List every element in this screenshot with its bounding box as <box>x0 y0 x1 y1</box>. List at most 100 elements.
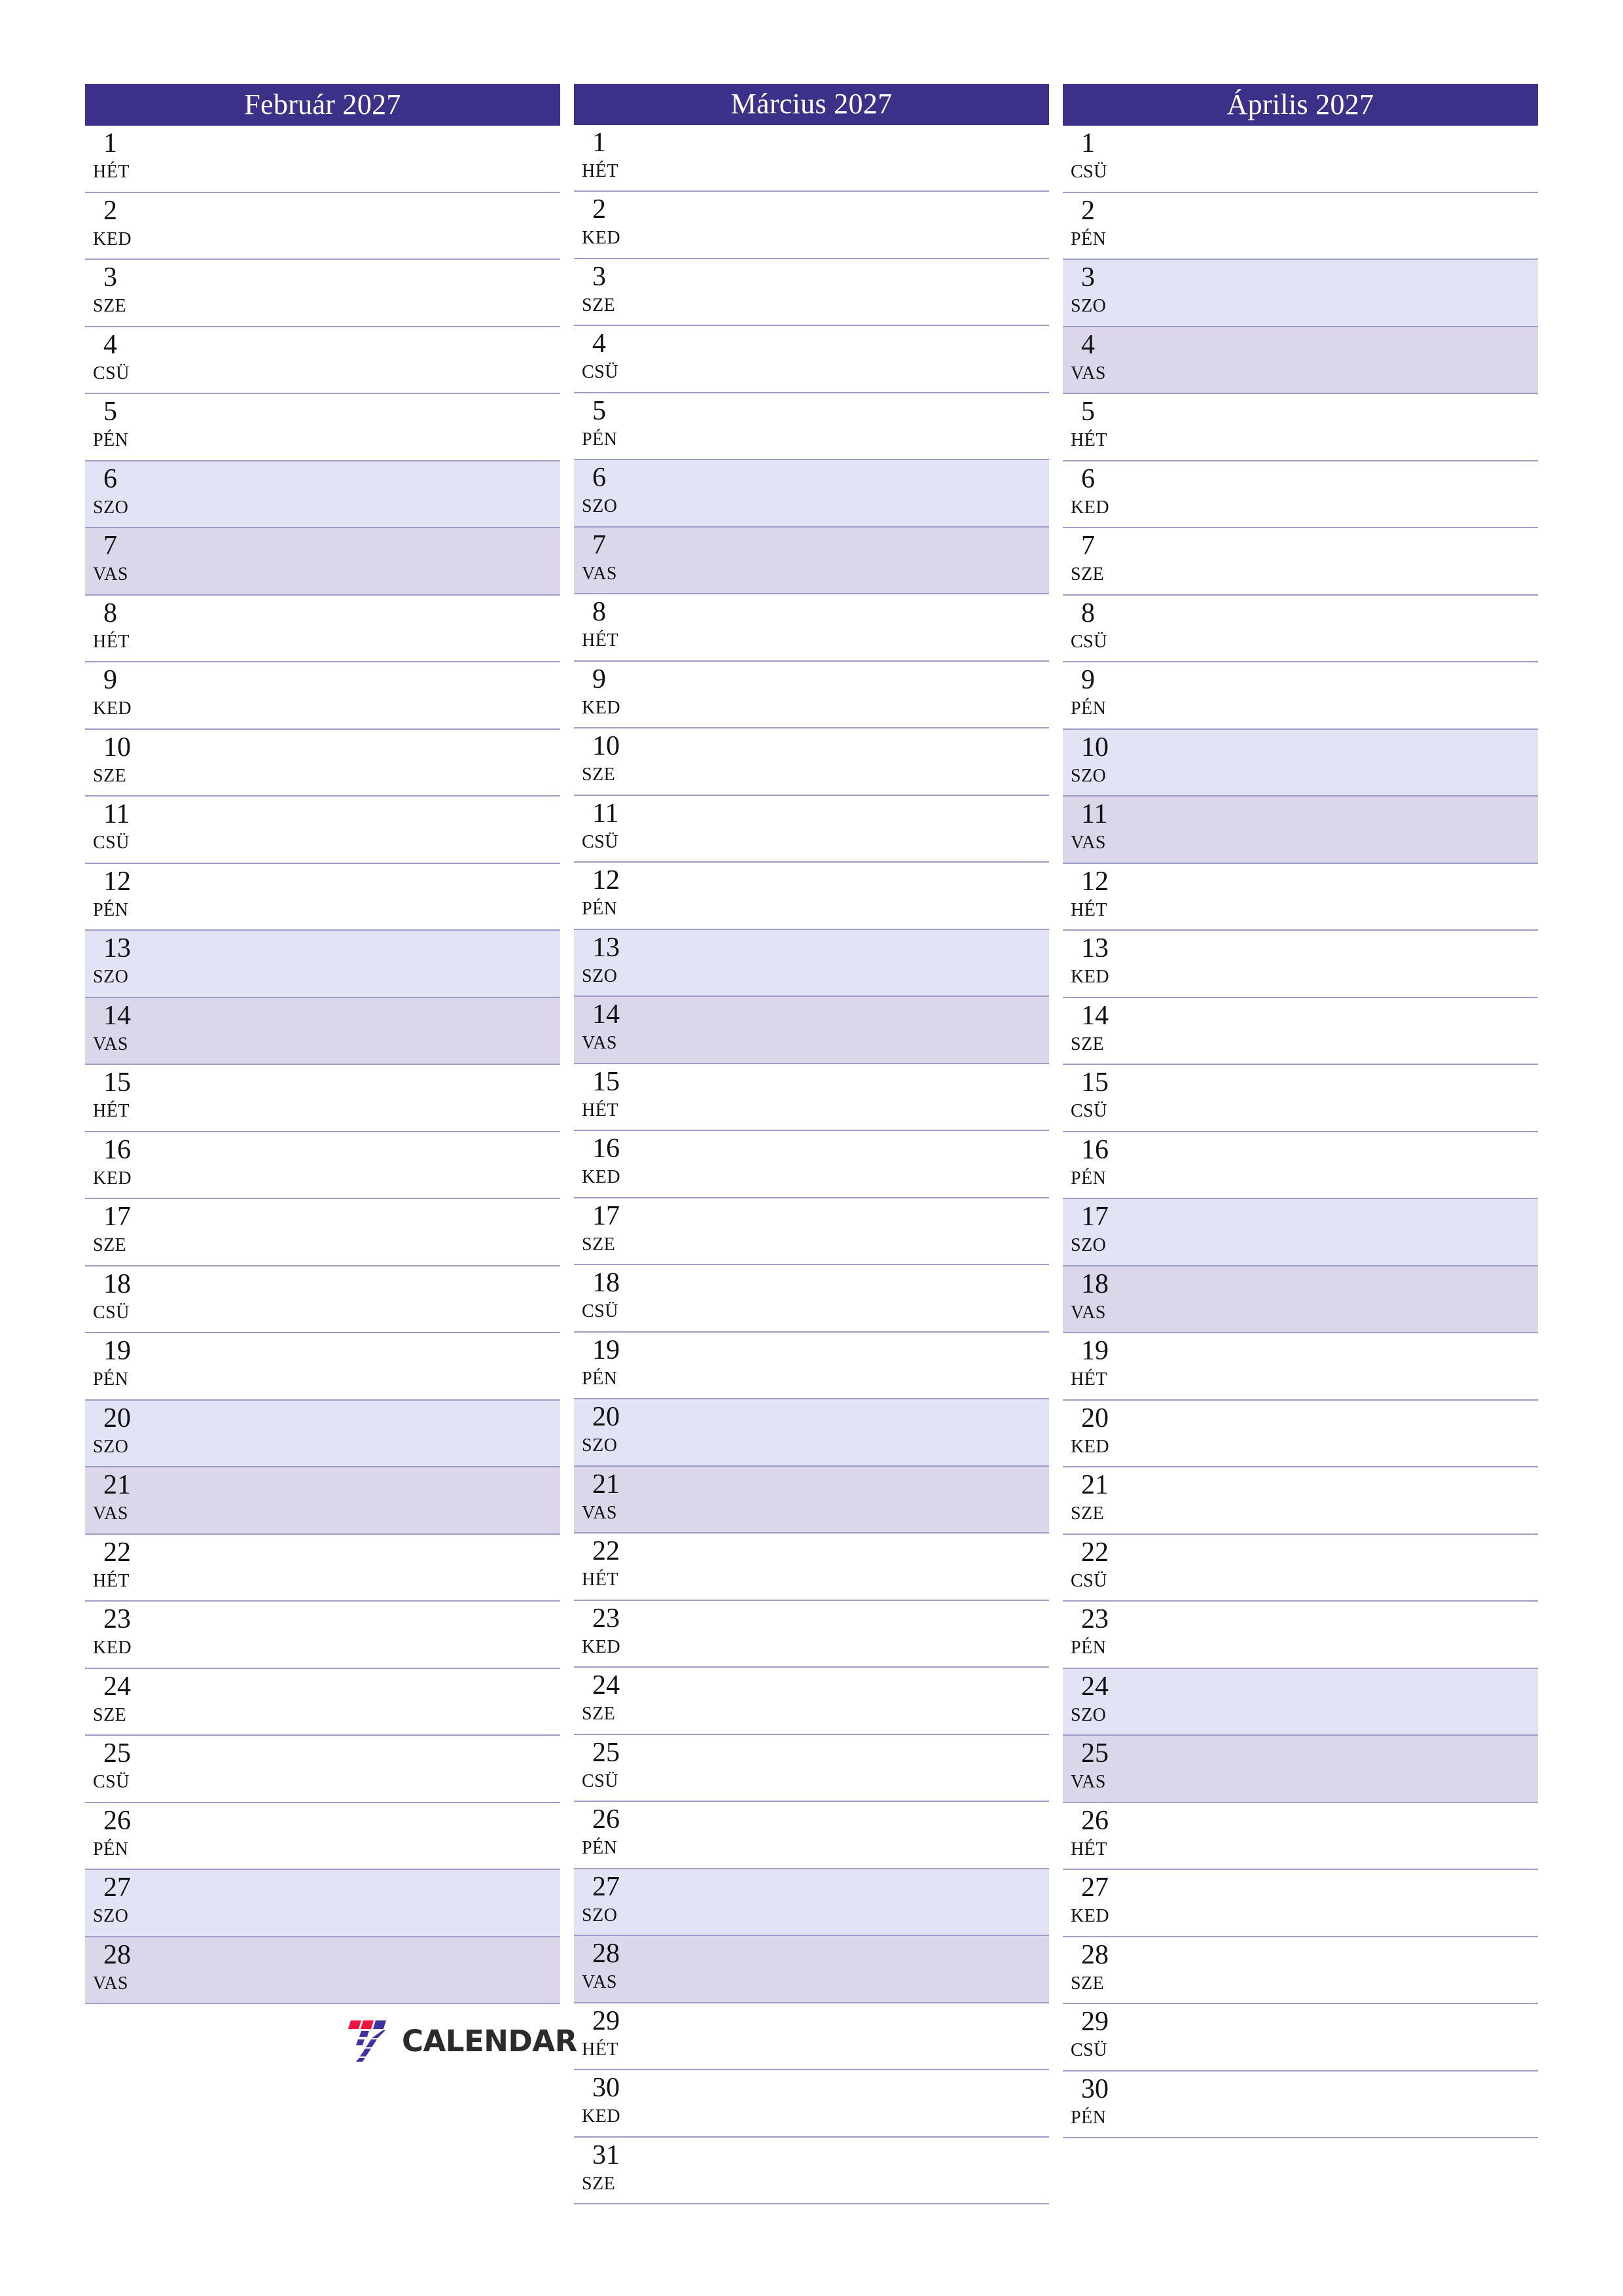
day-row[interactable]: 12 PÉN <box>574 863 1049 930</box>
day-row[interactable]: 14 SZE <box>1063 997 1538 1065</box>
day-row[interactable]: 23 KED <box>85 1602 560 1669</box>
day-row[interactable]: 28 VAS <box>574 1936 1049 2003</box>
day-row[interactable]: 25 CSÜ <box>574 1734 1049 1802</box>
day-row[interactable]: 26 PÉN <box>574 1802 1049 1869</box>
day-row[interactable]: 17 SZO <box>1063 1199 1538 1266</box>
day-row[interactable]: 14 VAS <box>85 997 560 1065</box>
day-row[interactable]: 22 HÉT <box>85 1534 560 1602</box>
month-column: Február 2027 1 HÉT 2 KED 3 SZE 4 CSÜ 5 PÉN 6 SZO 7 VAS… <box>85 84 560 2204</box>
day-row[interactable]: 9 PÉN <box>1063 662 1538 730</box>
day-row[interactable]: 18 CSÜ <box>85 1266 560 1333</box>
day-row[interactable]: 13 SZO <box>85 931 560 998</box>
day-weekday-abbr: SZO <box>93 497 129 518</box>
day-row[interactable]: 10 SZO <box>1063 729 1538 797</box>
day-row[interactable]: 7 VAS <box>85 528 560 596</box>
day-row[interactable]: 22 CSÜ <box>1063 1534 1538 1602</box>
day-row[interactable]: 14 VAS <box>574 997 1049 1064</box>
day-row[interactable]: 28 VAS <box>85 1937 560 2004</box>
day-row[interactable]: 15 CSÜ <box>1063 1065 1538 1132</box>
day-row[interactable]: 29 CSÜ <box>1063 2004 1538 2072</box>
day-row[interactable]: 18 VAS <box>1063 1266 1538 1333</box>
day-row[interactable]: 24 SZE <box>574 1668 1049 1735</box>
day-row[interactable]: 11 CSÜ <box>574 795 1049 863</box>
day-row[interactable]: 20 SZO <box>85 1400 560 1467</box>
day-row[interactable]: 15 HÉT <box>85 1065 560 1132</box>
day-row[interactable]: 24 SZE <box>85 1668 560 1736</box>
day-row[interactable]: 20 KED <box>1063 1400 1538 1467</box>
day-row[interactable]: 3 SZE <box>85 260 560 327</box>
day-row[interactable]: 21 VAS <box>574 1466 1049 1534</box>
day-row[interactable]: 10 SZE <box>85 729 560 797</box>
day-number: 1 <box>1081 128 1095 158</box>
day-row[interactable]: 7 SZE <box>1063 528 1538 596</box>
day-row[interactable]: 12 PÉN <box>85 863 560 931</box>
day-number: 29 <box>1081 2007 1109 2037</box>
day-row[interactable]: 3 SZO <box>1063 260 1538 327</box>
day-row[interactable]: 12 HÉT <box>1063 863 1538 931</box>
day-row[interactable]: 26 PÉN <box>85 1803 560 1870</box>
day-row[interactable]: 21 SZE <box>1063 1467 1538 1535</box>
day-row[interactable]: 23 PÉN <box>1063 1602 1538 1669</box>
day-row[interactable]: 10 SZE <box>574 728 1049 796</box>
day-row[interactable]: 19 HÉT <box>1063 1333 1538 1401</box>
day-row[interactable]: 6 SZO <box>85 461 560 528</box>
day-weekday-abbr: SZO <box>1071 1235 1107 1255</box>
day-row[interactable]: 27 SZO <box>574 1869 1049 1936</box>
day-row[interactable]: 19 PÉN <box>574 1332 1049 1399</box>
day-row[interactable]: 16 PÉN <box>1063 1132 1538 1199</box>
day-row[interactable]: 6 KED <box>1063 461 1538 528</box>
day-row[interactable]: 6 SZO <box>574 460 1049 528</box>
day-row[interactable]: 24 SZO <box>1063 1668 1538 1736</box>
day-row[interactable]: 16 KED <box>85 1132 560 1199</box>
day-row[interactable]: 2 KED <box>574 192 1049 259</box>
day-row[interactable]: 27 KED <box>1063 1870 1538 1937</box>
day-row[interactable]: 19 PÉN <box>85 1333 560 1401</box>
day-number: 9 <box>1081 665 1095 695</box>
day-row[interactable]: 22 HÉT <box>574 1534 1049 1601</box>
day-row[interactable]: 27 SZO <box>85 1870 560 1937</box>
day-row[interactable]: 30 PÉN <box>1063 2071 1538 2138</box>
day-row[interactable]: 4 CSÜ <box>85 327 560 394</box>
day-row[interactable]: 8 HÉT <box>85 595 560 662</box>
day-number: 16 <box>592 1134 620 1164</box>
day-row[interactable]: 4 VAS <box>1063 327 1538 394</box>
day-row[interactable]: 7 VAS <box>574 527 1049 594</box>
day-weekday-abbr: CSÜ <box>582 1770 618 1791</box>
day-row[interactable]: 21 VAS <box>85 1467 560 1535</box>
day-row[interactable]: 25 VAS <box>1063 1736 1538 1803</box>
day-row[interactable]: 2 PÉN <box>1063 192 1538 260</box>
day-row[interactable]: 23 KED <box>574 1600 1049 1668</box>
day-row[interactable]: 8 CSÜ <box>1063 595 1538 662</box>
day-row[interactable]: 2 KED <box>85 192 560 260</box>
day-row[interactable]: 3 SZE <box>574 259 1049 326</box>
day-row[interactable]: 28 SZE <box>1063 1937 1538 2004</box>
day-row[interactable]: 13 KED <box>1063 931 1538 998</box>
day-row[interactable]: 16 KED <box>574 1131 1049 1198</box>
day-row[interactable]: 20 SZO <box>574 1399 1049 1467</box>
day-row[interactable]: 15 HÉT <box>574 1064 1049 1131</box>
day-row[interactable]: 17 SZE <box>574 1198 1049 1265</box>
day-row[interactable]: 4 CSÜ <box>574 326 1049 393</box>
day-row[interactable]: 29 HÉT <box>574 2003 1049 2070</box>
day-row[interactable]: 25 CSÜ <box>85 1736 560 1803</box>
day-row[interactable]: 9 KED <box>574 661 1049 728</box>
day-row[interactable]: 11 CSÜ <box>85 797 560 864</box>
day-row[interactable]: 1 HÉT <box>85 126 560 193</box>
day-row[interactable]: 17 SZE <box>85 1199 560 1266</box>
day-row[interactable]: 30 KED <box>574 2070 1049 2138</box>
day-row[interactable]: 13 SZO <box>574 929 1049 997</box>
day-row[interactable]: 18 CSÜ <box>574 1265 1049 1333</box>
day-row[interactable]: 1 CSÜ <box>1063 126 1538 193</box>
day-row[interactable]: 26 HÉT <box>1063 1803 1538 1870</box>
day-row[interactable]: 11 VAS <box>1063 797 1538 864</box>
day-row[interactable]: 5 PÉN <box>85 394 560 461</box>
day-number: 25 <box>103 1738 131 1768</box>
day-weekday-abbr: KED <box>582 697 621 718</box>
day-row[interactable]: 1 HÉT <box>574 124 1049 192</box>
day-row[interactable]: 31 SZE <box>574 2137 1049 2204</box>
day-row[interactable]: 5 HÉT <box>1063 394 1538 461</box>
day-row[interactable]: 9 KED <box>85 662 560 730</box>
day-row[interactable]: 5 PÉN <box>574 393 1049 460</box>
day-row[interactable]: 8 HÉT <box>574 594 1049 662</box>
day-weekday-abbr: SZO <box>1071 1704 1107 1725</box>
